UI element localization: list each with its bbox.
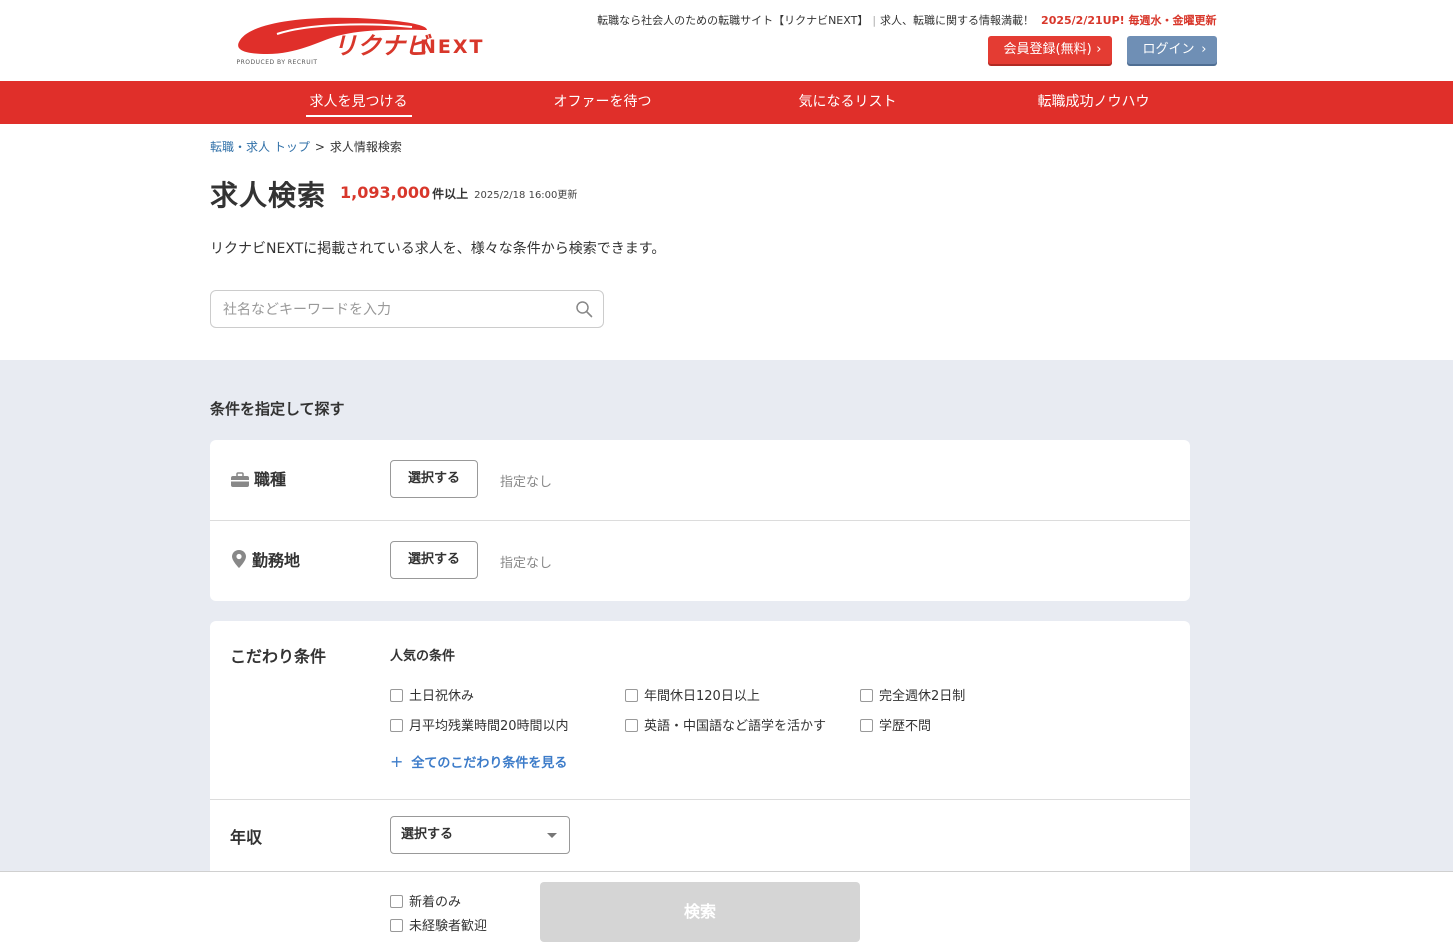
nav-item-label: オファーを待つ — [553, 94, 652, 110]
conditions-heading: 条件を指定して探す — [210, 400, 345, 418]
checkbox-label: 学歴不問 — [879, 719, 932, 734]
updated-time: 2025/2/18 16:00更新 — [474, 190, 578, 201]
checkbox-label: 英語・中国語など語学を活かす — [644, 719, 827, 734]
job-type-select-button[interactable]: 選択する — [390, 460, 478, 498]
title-row: 求人検索 1,093,000 件以上 2025/2/18 16:00更新 — [210, 174, 577, 214]
checkbox-label: 年間休日120日以上 — [644, 689, 760, 704]
preferences-label: こだわり条件 — [230, 647, 327, 666]
tagline-text-2: 求人、転職に関する情報満載！ — [880, 14, 1035, 27]
keyword-search-box — [210, 290, 604, 329]
location-label: 勤務地 — [230, 547, 300, 571]
checkbox-box[interactable] — [860, 689, 873, 702]
checkbox-120-holidays[interactable]: 年間休日120日以上 — [625, 685, 760, 704]
breadcrumb: 転職・求人 トップ > 求人情報検索 — [210, 138, 402, 155]
chevron-down-icon — [547, 833, 557, 838]
chevron-right-icon: › — [1096, 42, 1102, 57]
checkbox-full-two-day-weekend[interactable]: 完全週休2日制 — [860, 685, 965, 704]
nav-item-knowhow[interactable]: 転職成功ノウハウ — [1029, 81, 1159, 124]
nav-item-wait-offer[interactable]: オファーを待つ — [545, 81, 661, 124]
svg-text:NEXT: NEXT — [420, 36, 485, 58]
checkbox-label: 完全週休2日制 — [879, 689, 966, 704]
checkbox-no-education-requirement[interactable]: 学歴不問 — [860, 715, 931, 734]
job-type-label-text: 職種 — [254, 470, 287, 489]
popular-conditions-heading: 人気の条件 — [390, 649, 456, 664]
register-button[interactable]: 会員登録(無料) › — [987, 36, 1112, 64]
site-header: リクナビ NEXT PRODUCED BY RECRUIT 転職なら社会人のため… — [0, 0, 1453, 81]
login-button-label: ログイン — [1142, 42, 1195, 57]
location-label-text: 勤務地 — [252, 551, 301, 570]
salary-select-value: 選択する — [401, 827, 454, 842]
checkbox-box[interactable] — [390, 895, 403, 908]
header-tagline: 転職なら社会人のための転職サイト【リクナビNEXT】 | 求人、転職に関する情報満載… — [597, 14, 1217, 27]
breadcrumb-top-link[interactable]: 転職・求人 トップ — [210, 140, 310, 154]
all-conditions-link-text: 全てのこだわり条件を見る — [411, 756, 568, 771]
chevron-right-icon: › — [1201, 42, 1207, 57]
nav-item-label: 気になるリスト — [798, 94, 897, 110]
checkbox-box[interactable] — [860, 719, 873, 732]
preferences-row: こだわり条件 人気の条件 土日祝休み 年間休日120日以上 完全週休2日制 月平… — [210, 621, 1190, 799]
nav-item-find-jobs[interactable]: 求人を見つける — [301, 81, 417, 124]
breadcrumb-current: 求人情報検索 — [329, 140, 402, 154]
svg-text:リクナビ: リクナビ — [333, 32, 432, 60]
checkbox-box[interactable] — [390, 719, 403, 732]
nav-item-label: 転職成功ノウハウ — [1037, 94, 1150, 110]
checkbox-inexperienced-welcome[interactable]: 未経験者歓迎 — [390, 915, 487, 934]
global-nav: 求人を見つける オファーを待つ 気になるリスト 転職成功ノウハウ — [0, 81, 1453, 124]
nav-item-favorites[interactable]: 気になるリスト — [790, 81, 906, 124]
update-note: 2025/2/21UP! 毎週水・金曜更新 — [1041, 14, 1217, 27]
keyword-search-input[interactable] — [221, 291, 575, 329]
briefcase-icon — [231, 472, 249, 487]
checkbox-label: 未経験者歓迎 — [409, 919, 488, 934]
job-count: 1,093,000 — [340, 183, 431, 202]
salary-label: 年収 — [230, 828, 263, 847]
salary-select[interactable]: 選択する — [390, 816, 570, 854]
map-pin-icon — [232, 550, 246, 568]
divider — [210, 799, 1190, 800]
search-submit-button[interactable]: 検索 — [540, 882, 860, 942]
login-button[interactable]: ログイン › — [1126, 36, 1217, 64]
checkbox-weekends-holidays-off[interactable]: 土日祝休み — [390, 685, 474, 704]
job-type-value: 指定なし — [500, 475, 553, 490]
checkbox-new-only[interactable]: 新着のみ — [390, 891, 461, 910]
checkbox-box[interactable] — [625, 689, 638, 702]
search-action-bar: 新着のみ 未経験者歓迎 検索 — [0, 871, 1453, 949]
checkbox-box[interactable] — [390, 919, 403, 932]
register-button-label: 会員登録(無料) — [1003, 42, 1092, 57]
checkbox-language-skills[interactable]: 英語・中国語など語学を活かす — [625, 715, 826, 734]
produced-by-recruit: PRODUCED BY RECRUIT — [236, 59, 318, 66]
job-type-row: 職種 選択する 指定なし — [210, 440, 1190, 520]
page-description: リクナビNEXTに掲載されている求人を、様々な条件から検索できます。 — [210, 241, 666, 257]
detail-conditions-card: こだわり条件 人気の条件 土日祝休み 年間休日120日以上 完全週休2日制 月平… — [210, 621, 1190, 881]
tagline-text: 転職なら社会人のための転職サイト【リクナビNEXT】 — [597, 14, 869, 27]
location-row: 勤務地 選択する 指定なし — [210, 521, 1190, 601]
basic-conditions-card: 職種 選択する 指定なし 勤務地 選択する 指定なし — [210, 440, 1190, 601]
nav-item-label: 求人を見つける — [305, 89, 412, 117]
breadcrumb-separator: > — [314, 140, 325, 154]
checkbox-label: 新着のみ — [409, 895, 462, 910]
search-icon[interactable] — [575, 300, 593, 318]
all-conditions-link[interactable]: + 全てのこだわり条件を見る — [390, 752, 567, 771]
plus-icon: + — [390, 752, 404, 771]
checkbox-low-overtime[interactable]: 月平均残業時間20時間以内 — [390, 715, 569, 734]
checkbox-box[interactable] — [390, 689, 403, 702]
page-title: 求人検索 — [210, 179, 327, 212]
job-type-label: 職種 — [230, 466, 286, 490]
checkbox-label: 月平均残業時間20時間以内 — [409, 719, 569, 734]
job-count-unit: 件以上 — [432, 187, 469, 201]
checkbox-box[interactable] — [625, 719, 638, 732]
checkbox-label: 土日祝休み — [409, 689, 475, 704]
location-select-button[interactable]: 選択する — [390, 541, 478, 579]
location-value: 指定なし — [500, 556, 553, 571]
